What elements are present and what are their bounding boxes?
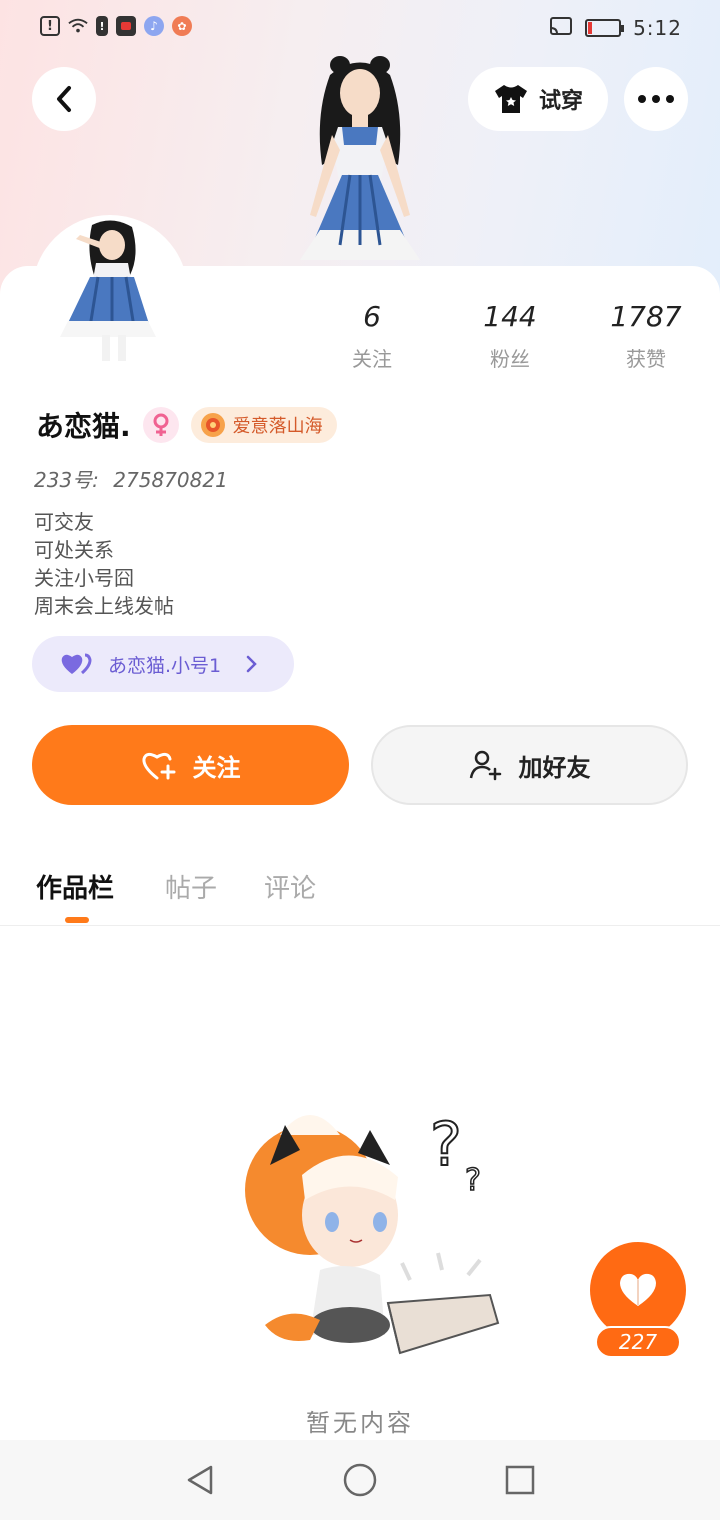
avatar-image	[60, 220, 156, 361]
gender-female-icon	[142, 407, 179, 443]
flower-medal-icon	[200, 413, 225, 437]
name-row: あ恋猫. 爱意落山海	[36, 405, 337, 445]
nav-home-button[interactable]	[340, 1460, 380, 1500]
stat-label: 获赞	[626, 347, 666, 371]
bio-line: 关注小号囧	[34, 566, 134, 590]
svg-text:?: ?	[465, 1163, 481, 1198]
avatar[interactable]	[32, 215, 188, 371]
system-nav-bar	[0, 1440, 720, 1520]
content-tabs: 作品栏 帖子 评论	[0, 860, 720, 926]
alert-icon: !	[40, 16, 60, 36]
stat-value: 6	[363, 300, 381, 333]
heart-plus-icon	[141, 752, 175, 780]
more-button[interactable]	[624, 67, 688, 131]
sub-account-link[interactable]: あ恋猫.小号1	[32, 636, 294, 692]
bio-line: 周末会上线发帖	[34, 594, 174, 618]
stat-label: 粉丝	[490, 347, 530, 371]
svg-text:?: ?	[430, 1110, 462, 1180]
user-bio: 可交友 可处关系 关注小号囧 周末会上线发帖	[34, 508, 174, 620]
heart-icon	[620, 1273, 656, 1306]
user-title-badge[interactable]: 爱意落山海	[190, 407, 337, 443]
wifi-icon	[68, 16, 88, 36]
triangle-back-icon	[187, 1465, 213, 1495]
user-name: あ恋猫.	[36, 410, 131, 443]
stat-likes[interactable]: 1787 获赞	[586, 300, 706, 372]
bio-line: 可处关系	[34, 538, 114, 562]
stat-following[interactable]: 6 关注	[312, 300, 432, 372]
stat-followers[interactable]: 144 粉丝	[450, 300, 570, 372]
stat-label: 关注	[352, 347, 392, 371]
tab-posts[interactable]: 帖子	[165, 868, 217, 905]
add-friend-label: 加好友	[518, 753, 591, 782]
tab-works[interactable]: 作品栏	[36, 868, 114, 905]
circle-home-icon	[343, 1463, 377, 1497]
nav-back-button[interactable]	[180, 1460, 220, 1500]
add-user-icon	[469, 750, 501, 781]
user-title-label: 爱意落山海	[232, 416, 323, 437]
back-button[interactable]	[32, 67, 96, 131]
stat-value: 144	[483, 300, 537, 333]
tab-active-indicator	[65, 917, 89, 923]
like-count: 227	[595, 1326, 681, 1358]
shirt-icon	[494, 85, 527, 113]
sub-account-label: あ恋猫.小号1	[108, 654, 222, 677]
follow-label: 关注	[192, 753, 241, 782]
sim-alert-icon: !	[96, 16, 108, 36]
try-on-button[interactable]: 试穿	[468, 67, 608, 131]
try-on-label: 试穿	[538, 89, 583, 114]
bio-line: 可交友	[34, 510, 94, 534]
nav-recents-button[interactable]	[500, 1460, 540, 1500]
add-friend-button[interactable]: 加好友	[371, 725, 688, 805]
empty-state-text: 暂无内容	[306, 1409, 414, 1437]
stat-value: 1787	[610, 300, 682, 333]
camera-app-icon	[116, 16, 136, 36]
empty-state-illustration: ? ?	[245, 1109, 500, 1355]
user-id-value: 275870821	[113, 468, 228, 492]
app-icon: ✿	[172, 16, 192, 36]
like-button[interactable]	[590, 1242, 686, 1338]
battery-icon	[585, 19, 625, 37]
more-dots-icon	[638, 95, 674, 103]
status-time: 5:12	[633, 16, 682, 40]
cast-icon	[549, 16, 573, 40]
user-id: 233号: 275870821	[34, 464, 228, 493]
square-recents-icon	[505, 1465, 535, 1495]
chevron-left-icon	[57, 86, 71, 112]
music-icon: ♪	[144, 16, 164, 36]
follow-button[interactable]: 关注	[32, 725, 349, 805]
user-id-label: 233号:	[34, 468, 99, 492]
chevron-right-icon	[246, 655, 257, 673]
avatar-character-figure[interactable]	[280, 55, 440, 267]
heart-icon	[61, 653, 92, 675]
status-bar: ! ! ♪ ✿ 5:12	[0, 12, 720, 44]
tab-comments[interactable]: 评论	[264, 868, 316, 905]
